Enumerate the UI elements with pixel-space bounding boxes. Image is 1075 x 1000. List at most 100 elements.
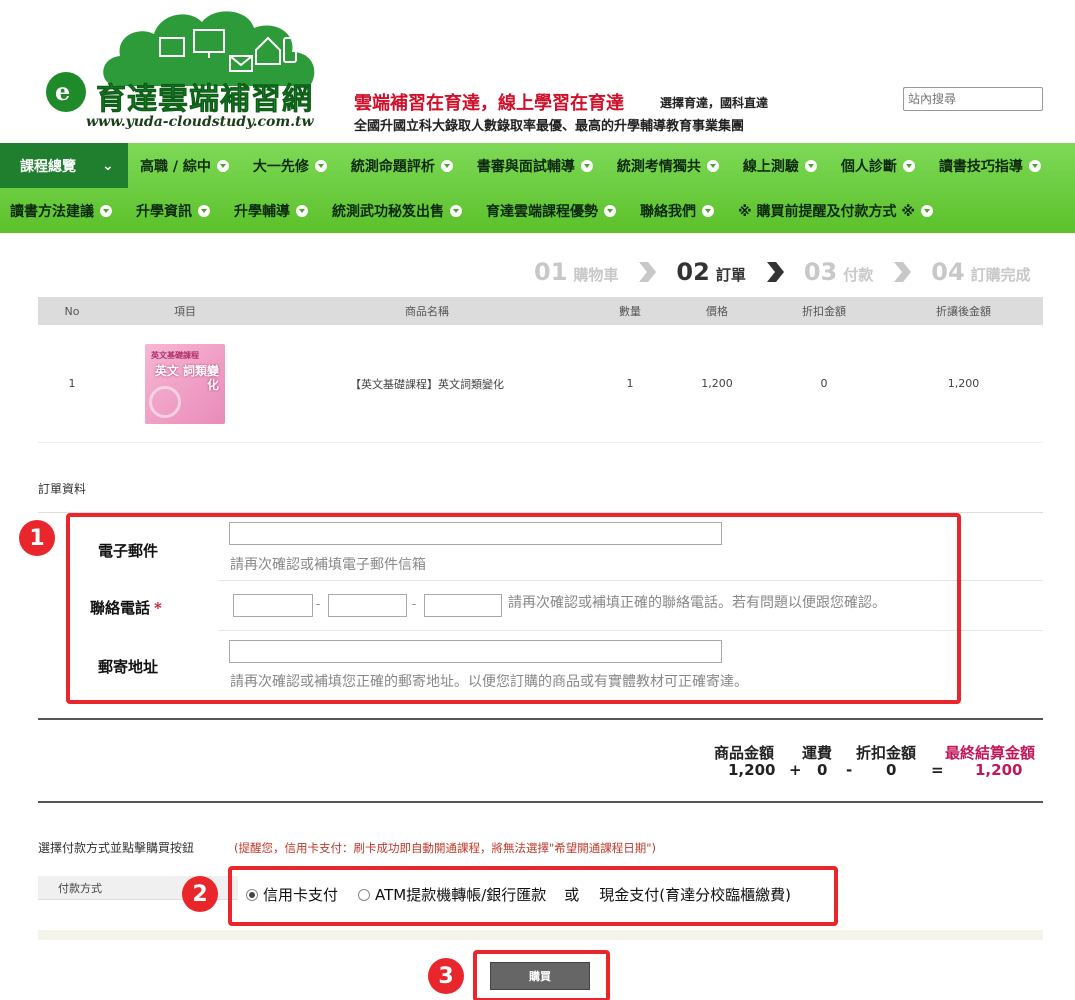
order-info-title: 訂單資料 (38, 482, 87, 496)
nav-item-label: 線上測驗 (742, 158, 799, 175)
slogan-sub: 選擇育達，國科直達 (660, 96, 769, 110)
nav-item[interactable]: 升學資訊 (124, 188, 222, 233)
dropdown-icon (706, 159, 719, 172)
site-header: e 育達雲端補習網 www.yuda-cloudstudy.com.tw 雲端補… (0, 0, 1075, 142)
annotation-box-1 (66, 513, 961, 704)
nav-item[interactable]: 統測命題評析 (339, 143, 465, 188)
annotation-box-2 (228, 866, 838, 926)
nav-item[interactable]: 育達雲端課程優勢 (474, 188, 628, 233)
site-search-input[interactable] (903, 87, 1043, 111)
nav-item-label: 統測命題評析 (350, 158, 435, 175)
annotation-badge-1: 1 (19, 520, 55, 556)
aleader-emblem-icon: e (46, 72, 86, 112)
cell-qty: 1 (626, 377, 634, 390)
cell-item: 英文基礎課程 英文 詞類變化 (106, 343, 264, 424)
dropdown-icon (604, 204, 616, 217)
goods-amount-label: 商品金額 (714, 744, 775, 762)
nav-item[interactable]: 大一先修 (241, 143, 339, 188)
divider (38, 718, 1043, 720)
nav-row-2: 讀書方法建議 升學資訊 升學輔導 統測武功秘笈出售 育達雲端課程優勢 聯絡我們 … (0, 188, 945, 233)
logo-text: 育達雲端補習網 (96, 82, 313, 118)
shipping-label: 運費 (802, 744, 833, 762)
nav-item[interactable]: 讀書方法建議 (0, 188, 124, 233)
step-arrow-icon (639, 262, 657, 282)
dropdown-icon (100, 204, 112, 217)
order-items-table: No 項目 商品名稱 數量 價格 折扣金額 折讓後金額 1 英文基礎課程 英文 … (38, 297, 1043, 443)
site-logo[interactable]: e 育達雲端補習網 www.yuda-cloudstudy.com.tw (38, 8, 338, 133)
table-header: No 項目 商品名稱 數量 價格 折扣金額 折讓後金額 (38, 297, 1043, 325)
nav-item-label: 統測考情獨共 (616, 158, 701, 175)
payment-title: 選擇付款方式並點擊購買按鈕 (38, 841, 195, 855)
nav-item[interactable]: 個人診斷 (829, 143, 927, 188)
nav-item[interactable]: 統測武功秘笈出售 (320, 188, 474, 233)
cell-final: 1,200 (947, 377, 980, 390)
cell-discount: 0 (820, 377, 828, 390)
nav-item-label: 升學輔導 (234, 203, 290, 220)
nav-item-label: 高職 / 綜中 (140, 158, 211, 175)
final-amount-label: 最終結算金額 (945, 744, 1036, 762)
step-arrow-icon (894, 262, 912, 282)
nav-item-label: 大一先修 (252, 158, 309, 175)
step-cart: 01 購物車 (534, 258, 619, 286)
buy-button[interactable]: 購買 (490, 962, 590, 990)
nav-item-label: 聯絡我們 (640, 203, 696, 220)
nav-item[interactable]: 線上測驗 (731, 143, 829, 188)
logo-url: www.yuda-cloudstudy.com.tw (86, 114, 314, 130)
annotation-badge-3: 3 (428, 958, 464, 994)
table-row: 1 英文基礎課程 英文 詞類變化 【英文基礎課程】英文詞類變化 1 1,200 … (38, 325, 1043, 443)
payment-note: (提醒您，信用卡支付：刷卡成功即自動開通課程，將無法選擇"希望開通課程日期") (234, 841, 657, 855)
discount-label: 折扣金額 (856, 744, 917, 762)
nav-item[interactable]: 讀書技巧指導 (927, 143, 1053, 188)
dropdown-icon (902, 159, 915, 172)
thumb-series: 英文基礎課程 (151, 350, 199, 360)
nav-item[interactable]: 書審與面試輔導 (465, 143, 605, 188)
nav-item-label: 讀書方法建議 (10, 203, 94, 220)
dropdown-icon (216, 159, 229, 172)
final-amount-value: 1,200 (975, 761, 1023, 779)
main-nav: 課程總覽 ⌄ 高職 / 綜中 大一先修 統測命題評析 書審與面試輔導 統測考情獨… (0, 143, 1075, 233)
nav-item-label: 讀書技巧指導 (938, 158, 1023, 175)
col-header: 商品名稱 (405, 305, 449, 318)
col-header: 項目 (174, 305, 196, 318)
product-thumbnail[interactable]: 英文基礎課程 英文 詞類變化 (145, 343, 225, 424)
col-header: 數量 (619, 305, 641, 318)
svg-text:e: e (55, 77, 70, 106)
nav-item-label: 升學資訊 (136, 203, 192, 220)
dropdown-icon (314, 159, 327, 172)
shipping-value: 0 (817, 761, 828, 779)
nav-item[interactable]: 升學輔導 (222, 188, 320, 233)
nav-item-label: 育達雲端課程優勢 (486, 203, 598, 220)
cell-no: 1 (68, 377, 76, 390)
nav-item-label: 個人診斷 (840, 158, 897, 175)
dropdown-icon (440, 159, 453, 172)
nav-item[interactable]: 聯絡我們 (628, 188, 726, 233)
dropdown-icon (920, 204, 933, 217)
nav-course-overview[interactable]: 課程總覽 ⌄ (0, 143, 128, 188)
dropdown-icon (580, 159, 593, 172)
step-arrow-icon (766, 262, 784, 282)
dropdown-icon (450, 204, 462, 217)
goods-amount-value: 1,200 (728, 761, 776, 779)
checkout-steps: 01 購物車 02 訂單 03 付款 04 訂購完成 (534, 258, 1031, 286)
col-header: No (64, 304, 80, 318)
discount-value: 0 (886, 761, 897, 779)
nav-item-label: 書審與面試輔導 (476, 158, 575, 175)
payment-footer-band (38, 930, 1043, 940)
cell-price: 1,200 (701, 377, 733, 390)
plus-sign: + (789, 761, 802, 779)
dropdown-icon (1028, 159, 1041, 172)
chevron-down-icon: ⌄ (102, 157, 114, 174)
nav-item[interactable]: ※ 購買前提醒及付款方式 ※ (726, 188, 945, 233)
slogan: 雲端補習在育達，線上學習在育達 (354, 93, 624, 114)
tagline: 全國升國立科大錄取人數錄取率最優、最高的升學輔導教育事業集團 (354, 119, 745, 134)
dropdown-icon (804, 159, 817, 172)
divider (38, 801, 1043, 803)
nav-first-label: 課程總覽 (20, 158, 76, 175)
dropdown-icon (198, 204, 210, 217)
nav-item[interactable]: 統測考情獨共 (605, 143, 731, 188)
col-header: 價格 (706, 305, 728, 318)
nav-item[interactable]: 高職 / 綜中 (128, 143, 241, 188)
equals-sign: = (931, 761, 944, 779)
col-header: 折讓後金額 (936, 305, 991, 318)
step-order: 02 訂單 (676, 258, 746, 286)
